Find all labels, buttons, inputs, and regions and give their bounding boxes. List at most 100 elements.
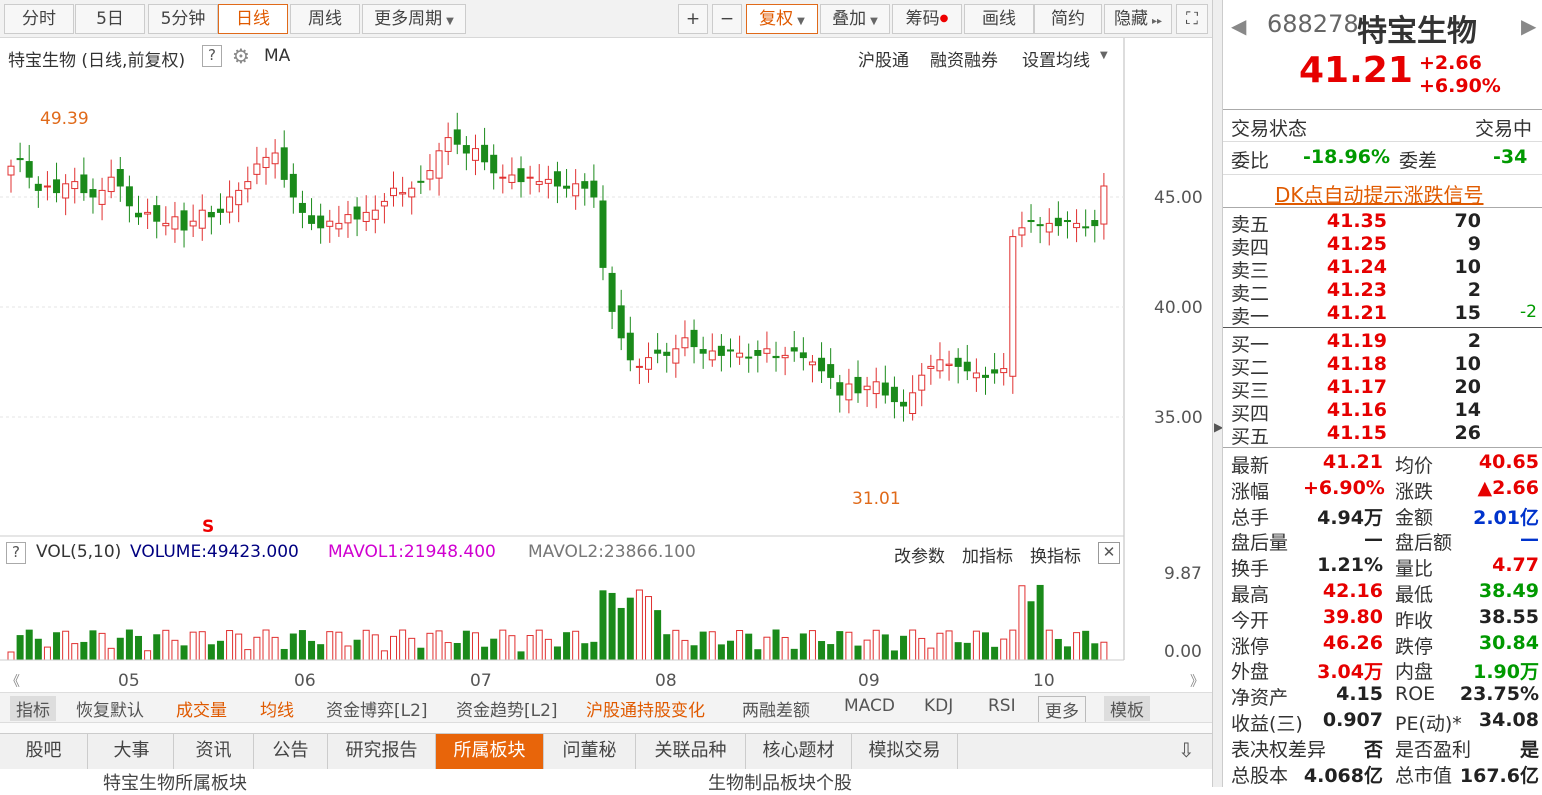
stat-label: 金额 [1395, 506, 1434, 529]
candle-body [308, 215, 316, 224]
asks-price[interactable]: 41.25 [1323, 233, 1387, 255]
info-tab-3[interactable]: 公告 [254, 734, 328, 769]
period-tab-label: 周线 [308, 9, 342, 29]
next-stock-icon[interactable]: ▶ [1521, 14, 1536, 38]
bids-price[interactable]: 41.15 [1323, 422, 1387, 444]
stat-label: 换手 [1231, 558, 1270, 581]
candle-body [1073, 222, 1081, 229]
volume-bar [207, 644, 215, 661]
scroll-right-icon[interactable]: 》 [1190, 674, 1204, 690]
period-tab-1[interactable]: 5日 [75, 4, 145, 34]
volume-bar [544, 638, 552, 661]
indicator-tab-8[interactable]: MACD [844, 696, 895, 716]
info-tab-2[interactable]: 资讯 [174, 734, 254, 769]
info-tab-0[interactable]: 股吧 [0, 734, 88, 769]
asks-price[interactable]: 41.23 [1323, 279, 1387, 301]
info-tab-7[interactable]: 关联品种 [636, 734, 746, 769]
candle-body [526, 176, 534, 179]
tool-button-0[interactable]: + [678, 4, 708, 34]
bids-price[interactable]: 41.16 [1323, 399, 1387, 421]
indicator-tab-6[interactable]: 沪股通持股变化 [586, 696, 705, 721]
indicator-tab-5[interactable]: 资金趋势[L2] [456, 696, 558, 721]
indicator-tab-3[interactable]: 均线 [260, 696, 294, 721]
asks-volume: 70 [1454, 210, 1481, 232]
dk-signal-link[interactable]: DK点自动提示涨跌信号 [1275, 179, 1484, 208]
vol-link-1[interactable]: 加指标 [962, 542, 1013, 567]
vol-link-0[interactable]: 改参数 [894, 542, 945, 567]
candle-body [690, 329, 698, 348]
candle-body [654, 349, 662, 354]
indicator-tab-7[interactable]: 两融差额 [742, 696, 810, 721]
download-icon[interactable]: ⇩ [1178, 738, 1195, 762]
volume-bar [790, 648, 798, 661]
indicator-tab-11[interactable]: 更多 [1038, 696, 1086, 723]
gear-icon[interactable]: ⚙ [232, 44, 250, 68]
period-tab-5[interactable]: 更多周期 ▼ [362, 4, 466, 34]
asks-price[interactable]: 41.35 [1323, 210, 1387, 232]
tool-button-5[interactable]: 画线 [964, 4, 1034, 34]
candle-body [963, 361, 971, 372]
kline-chart[interactable]: 45.00 40.00 35.00 49.39 31.01 S 9.87 0.00 05 06 07… [0, 38, 1212, 691]
indicator-tab-12[interactable]: 模板 [1104, 696, 1150, 721]
tool-button-1[interactable]: − [712, 4, 742, 34]
stat-value: 4.77 [1492, 554, 1539, 577]
bids-price[interactable]: 41.17 [1323, 376, 1387, 398]
bids-price[interactable]: 41.18 [1323, 353, 1387, 375]
period-tab-3[interactable]: 日线 [218, 4, 288, 34]
indicator-tab-0[interactable]: 指标 [10, 696, 56, 721]
stat-value: +6.90% [1303, 476, 1385, 499]
period-tab-0[interactable]: 分时 [4, 4, 74, 34]
info-tab-4[interactable]: 研究报告 [328, 734, 436, 769]
chart-canvas[interactable]: 45.00 40.00 35.00 49.39 31.01 S 9.87 0.00 05 06 07… [0, 38, 1212, 691]
info-tab-1[interactable]: 大事 [90, 734, 174, 769]
info-tab-9[interactable]: 模拟交易 [852, 734, 958, 769]
volume-bar [499, 629, 507, 661]
asks-label: 卖一 [1231, 306, 1270, 328]
volume-bar [453, 642, 461, 661]
candle-body [535, 181, 543, 185]
indicator-tab-2[interactable]: 成交量 [176, 696, 227, 721]
info-tab-8[interactable]: 核心题材 [746, 734, 852, 769]
asks-price[interactable]: 41.21 [1323, 302, 1387, 324]
period-tab-4[interactable]: 周线 [290, 4, 360, 34]
candle-body [326, 220, 334, 227]
bids-price[interactable]: 41.19 [1323, 330, 1387, 352]
chart-link-0[interactable]: 沪股通 [858, 46, 909, 71]
tool-button-6[interactable]: 简约 [1034, 4, 1102, 34]
help-icon[interactable]: ? [202, 45, 222, 67]
chart-link-2[interactable]: 设置均线 [1022, 46, 1090, 71]
tool-button-2[interactable]: 复权 ▼ [746, 4, 818, 34]
indicator-tab-1[interactable]: 恢复默认 [76, 696, 144, 721]
stat-value: 38.49 [1478, 580, 1539, 602]
volume-bar [1045, 629, 1053, 661]
candle-body [344, 214, 352, 224]
indicator-tab-9[interactable]: KDJ [924, 696, 953, 716]
chart-link-1[interactable]: 融资融券 [930, 46, 998, 71]
close-icon[interactable]: ✕ [1098, 542, 1120, 564]
candle-body [617, 305, 625, 339]
side-collapse-bar[interactable]: ▶ [1212, 0, 1223, 787]
vol-help-icon[interactable]: ? [6, 542, 26, 564]
candle-body [71, 181, 79, 190]
fullscreen-icon[interactable]: ⛶ [1176, 4, 1208, 34]
info-tab-5[interactable]: 所属板块 [436, 734, 544, 769]
splitter[interactable] [0, 722, 1212, 733]
candle-body [927, 365, 935, 369]
indicator-tab-10[interactable]: RSI [988, 696, 1016, 716]
prev-stock-icon[interactable]: ◀ [1231, 14, 1246, 38]
volume-bar [244, 649, 252, 661]
volume-bar [635, 589, 643, 661]
volume-bar [1100, 641, 1108, 661]
tool-button-7[interactable]: 隐藏 ▸▸ [1104, 4, 1172, 34]
tool-button-3[interactable]: 叠加 ▼ [820, 4, 890, 34]
asks-price[interactable]: 41.24 [1323, 256, 1387, 278]
info-tab-6[interactable]: 问董秘 [544, 734, 636, 769]
vol-link-2[interactable]: 换指标 [1030, 542, 1081, 567]
indicator-tab-4[interactable]: 资金博弈[L2] [326, 696, 428, 721]
period-tab-2[interactable]: 5分钟 [148, 4, 218, 34]
volume-bar [1036, 584, 1044, 661]
scroll-left-icon[interactable]: 《 [6, 674, 20, 690]
stat-value: 39.80 [1322, 605, 1383, 628]
candle-body [745, 356, 753, 359]
tool-button-4[interactable]: 筹码● [892, 4, 962, 34]
